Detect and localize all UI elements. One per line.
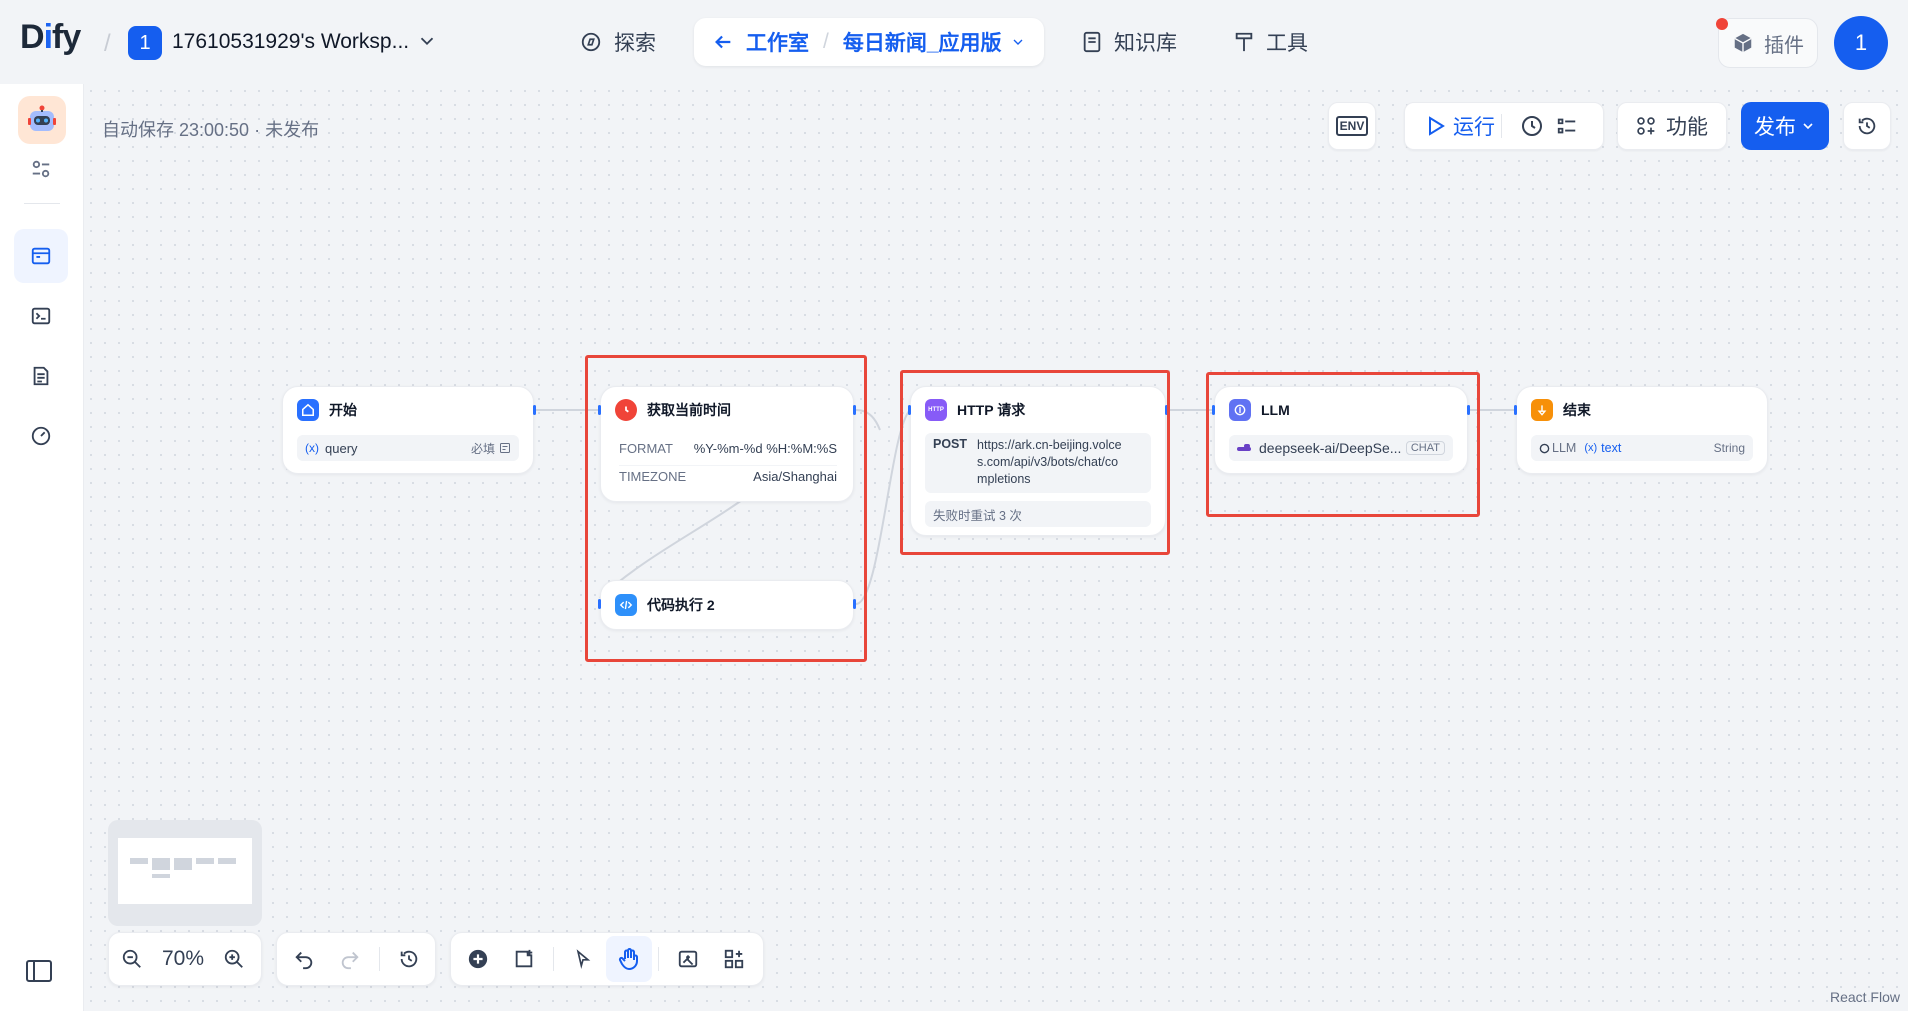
zoom-out-button[interactable]	[109, 936, 155, 982]
home-icon	[297, 399, 319, 421]
hand-mode-button[interactable]	[606, 936, 652, 982]
organize-layout-button[interactable]	[711, 936, 757, 982]
hand-icon	[618, 948, 638, 971]
react-flow-attribution[interactable]: React Flow	[1830, 989, 1900, 1005]
input-type-icon	[500, 443, 510, 453]
node-title: 开始	[329, 402, 357, 418]
add-note-button[interactable]	[501, 936, 547, 982]
zoom-level[interactable]: 70%	[155, 947, 211, 971]
change-history-button[interactable]	[386, 936, 432, 982]
export-image-button[interactable]	[665, 936, 711, 982]
end-input-handle[interactable]	[1514, 405, 1517, 415]
flag-icon	[1531, 399, 1553, 421]
undo-icon	[295, 951, 313, 970]
redo-button[interactable]	[327, 936, 373, 982]
required-tag: 必填	[470, 441, 495, 456]
output-type: String	[1713, 441, 1745, 455]
add-node-button[interactable]	[455, 936, 501, 982]
history-icon	[400, 950, 418, 968]
redo-icon	[341, 951, 359, 970]
start-output-handle[interactable]	[533, 405, 536, 415]
image-icon	[678, 950, 698, 968]
history-controls	[276, 932, 436, 986]
highlight-box	[585, 355, 867, 662]
source-node: LLM	[1552, 441, 1577, 455]
node-end[interactable]: 结束 LLM (x) text String	[1516, 386, 1768, 474]
canvas-tools	[450, 932, 764, 986]
zoom-controls: 70%	[108, 932, 262, 986]
pointer-mode-button[interactable]	[560, 936, 606, 982]
output-variable: text	[1601, 441, 1622, 455]
layout-grid-icon	[724, 949, 744, 969]
start-variable-row: (x) query 必填	[297, 435, 519, 461]
end-output-row: LLM (x) text String	[1531, 435, 1753, 461]
variable-name: query	[325, 440, 358, 456]
undo-button[interactable]	[281, 936, 327, 982]
llm-source-icon	[1539, 443, 1550, 453]
node-title: 结束	[1563, 402, 1591, 418]
highlight-box	[900, 370, 1170, 555]
zoom-out-icon	[122, 949, 141, 968]
plus-circle-icon	[468, 949, 488, 969]
node-start[interactable]: 开始 (x) query 必填	[282, 386, 534, 474]
zoom-in-icon	[224, 949, 243, 968]
zoom-in-button[interactable]	[211, 936, 257, 982]
minimap[interactable]	[108, 820, 262, 926]
sticky-note-icon	[515, 949, 533, 968]
cursor-icon	[576, 949, 591, 969]
highlight-box	[1206, 372, 1480, 517]
minimap-viewport[interactable]	[118, 838, 252, 904]
